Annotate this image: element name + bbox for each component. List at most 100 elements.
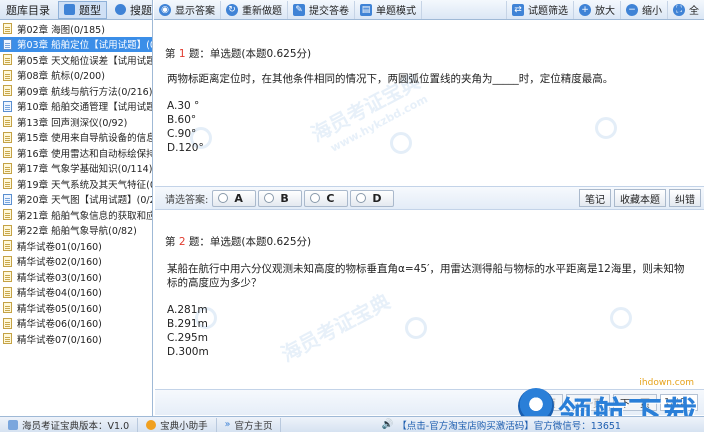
question-1: 海员考证宝典 www.hykzbd.com 第 1 题：单选题(本题0.625分… [155, 22, 704, 184]
helper-text: 宝典小助手 [160, 420, 208, 432]
redo-button[interactable]: ↻ 重新做题 [221, 0, 288, 19]
question-1-prefix: 第 [165, 48, 176, 60]
tree-item[interactable]: 精华试卷01(0/160) [0, 238, 152, 254]
tab-catalog[interactable]: 题库目录 [0, 1, 56, 19]
answer-d-label: D [372, 191, 382, 205]
tree-item[interactable]: 第15章 使用来自导航设备的信息保持 [0, 130, 152, 146]
tree-item[interactable]: 第09章 航线与航行方法(0/216) [0, 83, 152, 99]
document-icon [3, 147, 12, 159]
tree-item[interactable]: 第20章 天气图【试用试题】(0/28) [0, 192, 152, 208]
question-2-option-c: C.295m [167, 332, 208, 344]
tree-item[interactable]: 第02章 海图(0/185) [0, 21, 152, 37]
fullscreen-button[interactable]: ⛶ 全 [668, 1, 704, 19]
chapter-tree: 第02章 海图(0/185) 第03章 船舶定位【试用试题】(0/148) 第05章… [0, 20, 152, 347]
tree-item[interactable]: 第10章 船舶交通管理【试用试题】 [0, 99, 152, 115]
tree-item[interactable]: 第16章 使用雷达和自动标绘保持航行 [0, 145, 152, 161]
first-page-button[interactable]: 首页 [529, 394, 563, 411]
fullscreen-label: 全 [689, 6, 699, 17]
tree-item[interactable]: 第05章 天文船位误差【试用试题】 [0, 52, 152, 68]
tree-item-label: 精华试卷05(0/160) [17, 303, 102, 315]
answer-a-button[interactable]: A [212, 189, 257, 207]
zoom-in-button[interactable]: + 放大 [574, 0, 621, 19]
tree-item[interactable]: 精华试卷03(0/160) [0, 269, 152, 285]
tree-item[interactable]: 精华试卷02(0/160) [0, 254, 152, 270]
home-link[interactable]: » 官方主页 [217, 417, 282, 432]
document-icon [3, 209, 12, 221]
answer-prompt: 请选答案: [165, 194, 209, 206]
answer-d-button[interactable]: D [350, 189, 395, 207]
question-1-option-c: C.90° [167, 128, 197, 140]
filter-button[interactable]: ⇄ 试题筛选 [506, 0, 574, 19]
document-icon [3, 317, 12, 329]
helper-link[interactable]: 宝典小助手 [138, 417, 217, 432]
page-indicator[interactable]: 1/12 [660, 394, 698, 411]
tree-item-label: 精华试卷06(0/160) [17, 319, 102, 331]
tree-item[interactable]: 第19章 天气系统及其天气特征(0/60) [0, 176, 152, 192]
submit-button[interactable]: ✎ 提交答卷 [288, 0, 355, 19]
tree-item-label: 第05章 天文船位误差【试用试题】 [17, 55, 152, 67]
single-mode-button[interactable]: ▤ 单题模式 [355, 0, 422, 19]
show-answer-button[interactable]: ◉ 显示答案 [154, 0, 221, 19]
tree-item[interactable]: 第03章 船舶定位【试用试题】(0/148) [0, 36, 152, 52]
question-1-text: 两物标距离定位时，在其他条件相同的情况下，两圆弧位置线的夹角为_____时，定位… [167, 73, 614, 85]
tree-item[interactable]: 精华试卷04(0/160) [0, 285, 152, 301]
promo-link[interactable]: 🔊 【点击-官方淘宝店购买激活码】官方微信号：13651 [281, 418, 629, 432]
tab-question-type-label: 题型 [79, 3, 101, 17]
tree-item-label: 第13章 回声测深仪(0/92) [17, 117, 128, 129]
tree-item-label: 精华试卷02(0/160) [17, 257, 102, 269]
tree-item[interactable]: 第08章 航标(0/200) [0, 68, 152, 84]
version-text: 海员考证宝典版本：V1.0 [22, 420, 130, 432]
left-tabs: 题库目录 题型 搜题 [0, 0, 152, 20]
question-2-option-d: D.300m [167, 346, 209, 358]
favorite-button[interactable]: 收藏本题 [614, 189, 666, 207]
tab-search[interactable]: 搜题 [109, 1, 158, 19]
tab-search-label: 搜题 [130, 3, 152, 17]
correction-button[interactable]: 纠错 [669, 189, 701, 207]
tree-item[interactable]: 第22章 船舶气象导航(0/82) [0, 223, 152, 239]
tree-item-label: 精华试卷01(0/160) [17, 241, 102, 253]
minus-icon: − [626, 3, 638, 16]
show-answer-label: 显示答案 [175, 6, 215, 17]
zoom-out-button[interactable]: − 缩小 [621, 0, 668, 19]
tree-item-label: 第20章 天气图【试用试题】(0/28) [17, 195, 152, 207]
eye-icon: ◉ [159, 3, 171, 16]
tree-item-label: 精华试卷07(0/160) [17, 334, 102, 346]
document-icon [3, 162, 12, 174]
tree-item[interactable]: 精华试卷06(0/160) [0, 316, 152, 332]
document-icon [3, 240, 12, 252]
search-icon [115, 4, 126, 15]
prev-page-button[interactable]: 上一页 [566, 394, 610, 411]
tree-item[interactable]: 第17章 气象学基础知识(0/114) [0, 161, 152, 177]
tree-item[interactable]: 第13章 回声测深仪(0/92) [0, 114, 152, 130]
tree-item[interactable]: 精华试卷07(0/160) [0, 331, 152, 347]
document-icon [3, 224, 12, 236]
next-page-button[interactable]: 下一页 [613, 394, 657, 411]
version-info: 海员考证宝典版本：V1.0 [0, 417, 139, 432]
note-button[interactable]: 笔记 [579, 189, 611, 207]
tab-question-type[interactable]: 题型 [58, 0, 107, 19]
document-icon [3, 333, 12, 345]
tree-item[interactable]: 第21章 船舶气象信息的获取和应用 [0, 207, 152, 223]
tree-item-label: 第03章 船舶定位【试用试题】(0/148) [17, 40, 152, 52]
document-icon [3, 85, 12, 97]
tree-item-label: 精华试卷04(0/160) [17, 288, 102, 300]
main-toolbar: ◉ 显示答案 ↻ 重新做题 ✎ 提交答卷 ▤ 单题模式 ⇄ 试题筛选 + 放大 − 缩小 ⛶ 全 [154, 0, 704, 20]
answer-c-button[interactable]: C [304, 189, 349, 207]
question-2-type: 题：单选题(本题0.625分) [188, 236, 312, 248]
submit-label: 提交答卷 [309, 6, 349, 17]
grid-icon [64, 4, 75, 15]
answer-b-button[interactable]: B [258, 189, 303, 207]
home-text: 官方主页 [234, 420, 273, 432]
zoom-out-label: 缩小 [642, 6, 662, 17]
tree-item[interactable]: 精华试卷05(0/160) [0, 300, 152, 316]
answer-actions: 笔记 收藏本题 纠错 [579, 189, 704, 207]
submit-icon: ✎ [293, 3, 305, 16]
question-1-option-d: D.120° [167, 142, 204, 154]
question-2-option-a: A.281m [167, 304, 208, 316]
promo-text: 【点击-官方淘宝店购买激活码】官方微信号：13651 [397, 420, 621, 432]
tree-item-label: 第10章 船舶交通管理【试用试题】 [17, 102, 152, 114]
question-2-header: 第 2 题：单选题(本题0.625分) [165, 234, 311, 249]
zoom-in-label: 放大 [595, 6, 615, 17]
question-2-prefix: 第 [165, 236, 176, 248]
watermark-text: 海员考证宝典 [277, 289, 395, 367]
